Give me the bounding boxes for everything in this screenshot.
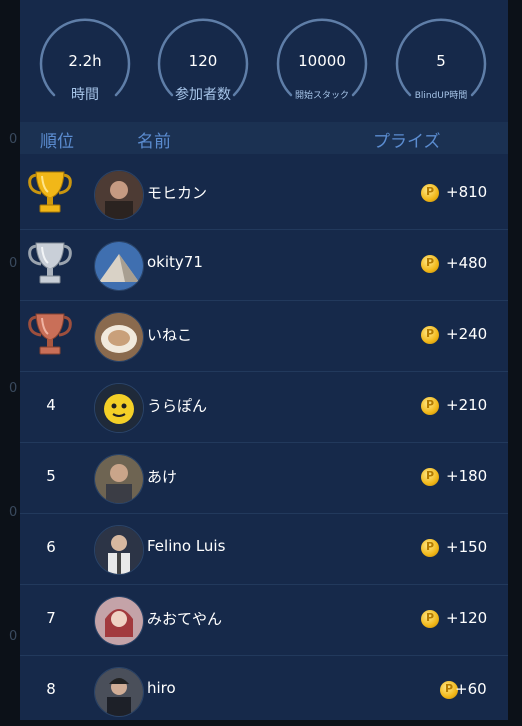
header-name: 名前 [137,132,171,152]
ranking-row[interactable]: 7 みおてやん P +120 [20,585,508,656]
stat-label: 参加者数 [175,87,231,103]
stat-gauge-blind-up: 5 BlindUP時間 [393,16,489,112]
prize-amount: +480 [446,254,488,272]
stat-gauge-entrants: 120 参加者数 [155,16,251,112]
stat-label: BlindUP時間 [414,91,468,101]
tournament-result-panel: 2.2h 時間 120 参加者数 10000 開始スタック 5 BlindUP時… [20,0,508,720]
stat-value: 10000 [298,52,346,70]
rank-number: 6 [46,538,56,556]
side-mark: 0 [9,505,18,520]
avatar [94,454,144,504]
coin-icon: P [421,610,439,628]
prize-amount: +240 [446,325,488,343]
coin-icon: P [421,326,439,344]
stat-gauge-duration: 2.2h 時間 [37,16,133,112]
bronze-trophy-icon [28,313,72,355]
stat-gauge-starting-stack: 10000 開始スタック [274,16,370,112]
coin-icon: P [421,468,439,486]
silver-trophy-icon [28,242,72,284]
stat-value: 5 [436,52,446,70]
ranking-table-header: 順位 名前 プライズ [20,122,508,154]
coin-icon: P [421,397,439,415]
ranking-row[interactable]: モヒカン P +810 [20,159,508,230]
player-name: okity71 [147,253,203,271]
player-name: あけ [147,468,178,486]
prize-amount: +180 [446,467,488,485]
ranking-row[interactable]: 5 あけ P +180 [20,443,508,514]
player-name: hiro [147,679,176,697]
player-name: うらぽん [147,397,208,415]
prize-amount: +150 [446,538,488,556]
ranking-row[interactable]: いねこ P +240 [20,301,508,372]
ranking-row[interactable]: 8 hiro P +60 [20,656,508,726]
avatar [94,312,144,362]
side-mark: 0 [9,132,18,147]
tournament-stats: 2.2h 時間 120 参加者数 10000 開始スタック 5 BlindUP時… [20,0,508,122]
side-mark: 0 [9,381,18,396]
gold-trophy-icon [28,171,72,213]
avatar [94,667,144,717]
ranking-row[interactable]: okity71 P +480 [20,230,508,301]
avatar [94,170,144,220]
player-name: いねこ [147,326,193,344]
header-rank: 順位 [40,132,74,152]
side-mark: 0 [9,629,18,644]
rank-number: 7 [46,609,56,627]
stat-value: 2.2h [68,52,102,70]
ranking-row[interactable]: 6 Felino Luis P +150 [20,514,508,585]
rank-number: 4 [46,396,56,414]
rank-number: 5 [46,467,56,485]
avatar [94,596,144,646]
coin-icon: P [421,255,439,273]
avatar [94,241,144,291]
coin-icon: P [421,539,439,557]
avatar [94,383,144,433]
coin-icon: P [421,184,439,202]
avatar [94,525,144,575]
player-name: Felino Luis [147,537,226,555]
prize-amount: +810 [446,183,488,201]
stat-value: 120 [188,52,218,70]
stat-label: 時間 [71,87,99,103]
prize-amount: +60 [455,680,487,698]
player-name: みおてやん [147,610,223,628]
rank-number: 8 [46,680,56,698]
prize-amount: +210 [446,396,488,414]
prize-amount: +120 [446,609,488,627]
header-prize: プライズ [373,132,441,152]
player-name: モヒカン [147,184,208,202]
side-mark: 0 [9,256,18,271]
stat-label: 開始スタック [294,91,349,101]
ranking-row[interactable]: 4 うらぽん P +210 [20,372,508,443]
